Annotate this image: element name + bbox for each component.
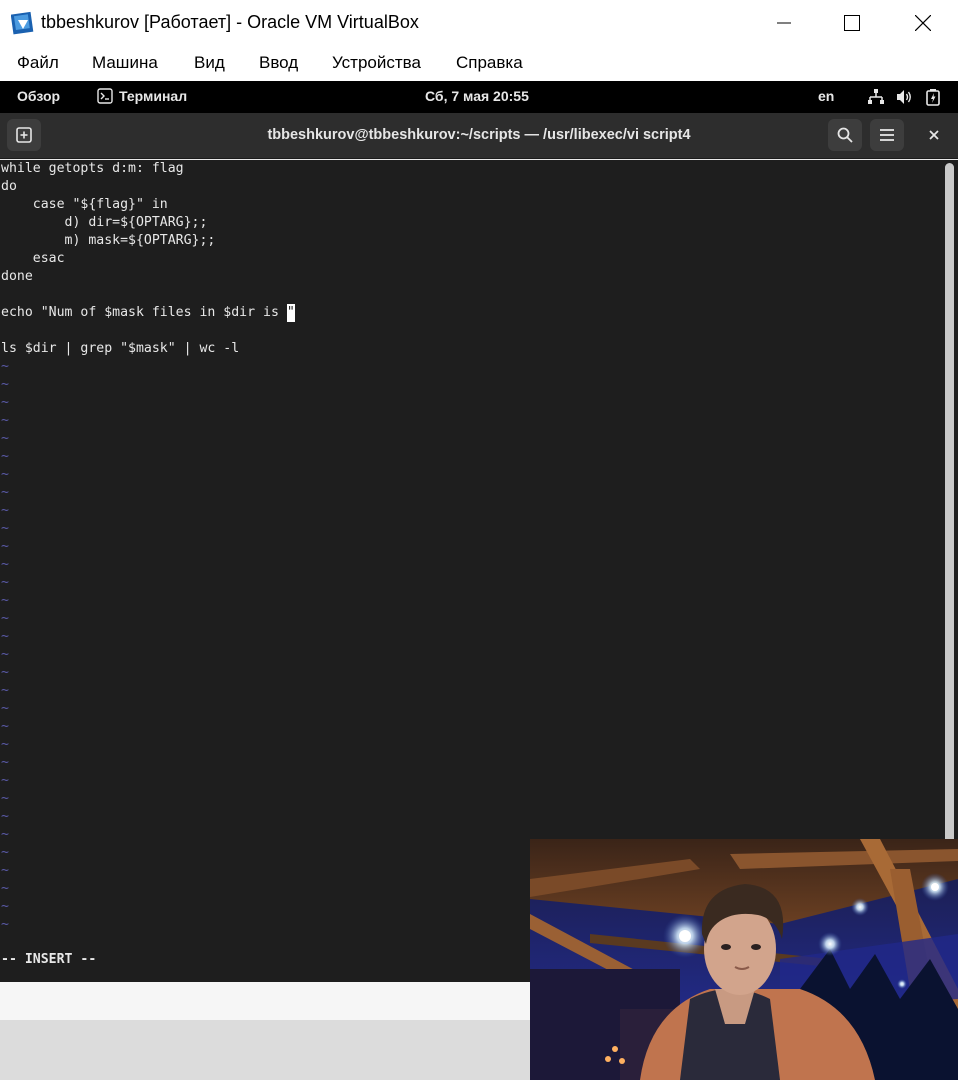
- terminal-title: tbbeshkurov@tbbeshkurov:~/scripts — /usr…: [267, 127, 691, 143]
- battery-icon[interactable]: [926, 89, 940, 106]
- buffer-line: esac: [1, 251, 65, 266]
- empty-line-marker: ~: [1, 485, 9, 500]
- empty-line-marker: ~: [1, 773, 9, 788]
- empty-line-marker: ~: [1, 431, 9, 446]
- activities-button[interactable]: Обзор: [17, 88, 60, 104]
- buffer-line: echo "Num of $mask files in $dir is ": [1, 304, 295, 322]
- menu-help[interactable]: Справка: [456, 53, 523, 73]
- empty-line-marker: ~: [1, 665, 9, 680]
- close-button[interactable]: [900, 0, 946, 46]
- app-menu[interactable]: Терминал: [97, 88, 187, 104]
- menu-input[interactable]: Ввод: [259, 53, 298, 73]
- menu-file[interactable]: Файл: [17, 53, 59, 73]
- keyboard-layout-indicator[interactable]: en: [818, 88, 834, 104]
- buffer-line: [1, 286, 941, 304]
- empty-line-marker: ~: [1, 791, 9, 806]
- buffer-line: d) dir=${OPTARG};;: [1, 215, 208, 230]
- empty-line-marker: ~: [1, 359, 9, 374]
- empty-line-marker: ~: [1, 737, 9, 752]
- empty-line-marker: ~: [1, 719, 9, 734]
- empty-line-marker: ~: [1, 449, 9, 464]
- empty-line-marker: ~: [1, 575, 9, 590]
- empty-line-marker: ~: [1, 395, 9, 410]
- hamburger-menu-icon: [880, 129, 894, 141]
- network-icon[interactable]: [868, 89, 884, 105]
- empty-line-marker: ~: [1, 503, 9, 518]
- empty-line-marker: ~: [1, 611, 9, 626]
- gnome-top-bar: Обзор Терминал Сб, 7 мая 20:55 en: [0, 81, 958, 113]
- empty-line-marker: ~: [1, 413, 9, 428]
- webcam-image: [530, 839, 958, 1080]
- buffer-line: m) mask=${OPTARG};;: [1, 233, 216, 248]
- search-button[interactable]: [828, 119, 862, 151]
- host-window-titlebar: tbbeshkurov [Работает] - Oracle VM Virtu…: [0, 0, 958, 46]
- buffer-line: do: [1, 179, 17, 194]
- vi-mode-indicator: -- INSERT --: [1, 952, 97, 967]
- minimize-icon: [777, 22, 791, 24]
- hamburger-menu-button[interactable]: [870, 119, 904, 151]
- text-cursor: ": [286, 304, 295, 322]
- empty-line-marker: ~: [1, 539, 9, 554]
- minimize-button[interactable]: [761, 0, 807, 46]
- empty-line-marker: ~: [1, 809, 9, 824]
- empty-line-marker: ~: [1, 683, 9, 698]
- terminal-icon: [97, 88, 113, 104]
- clock[interactable]: Сб, 7 мая 20:55: [425, 88, 529, 104]
- terminal-close-button[interactable]: [918, 119, 950, 151]
- empty-line-marker: ~: [1, 647, 9, 662]
- volume-icon[interactable]: [896, 89, 913, 105]
- empty-line-marker: ~: [1, 557, 9, 572]
- vi-buffer[interactable]: while getopts d:m: flag do case "${flag}"…: [1, 160, 941, 934]
- empty-line-marker: ~: [1, 755, 9, 770]
- empty-line-marker: ~: [1, 521, 9, 536]
- buffer-line: done: [1, 269, 33, 284]
- menu-devices[interactable]: Устройства: [332, 53, 421, 73]
- buffer-line: while getopts d:m: flag: [1, 161, 184, 176]
- menu-view[interactable]: Вид: [194, 53, 225, 73]
- empty-line-marker: ~: [1, 701, 9, 716]
- close-icon: [915, 15, 931, 31]
- maximize-icon: [844, 15, 860, 31]
- empty-line-marker: ~: [1, 377, 9, 392]
- virtualbox-icon: [10, 11, 35, 35]
- empty-line-marker: ~: [1, 467, 9, 482]
- maximize-button[interactable]: [829, 0, 875, 46]
- buffer-line: case "${flag}" in: [1, 197, 168, 212]
- host-window-title: tbbeshkurov [Работает] - Oracle VM Virtu…: [41, 12, 419, 32]
- menu-machine[interactable]: Машина: [92, 53, 158, 73]
- empty-line-marker: ~: [1, 593, 9, 608]
- empty-line-marker: ~: [1, 629, 9, 644]
- app-menu-label: Терминал: [119, 88, 188, 104]
- webcam-overlay: [530, 839, 958, 1080]
- search-icon: [837, 127, 853, 143]
- buffer-line: [1, 322, 941, 340]
- terminal-headerbar: tbbeshkurov@tbbeshkurov:~/scripts — /usr…: [0, 113, 958, 159]
- buffer-line: ls $dir | grep "$mask" | wc -l: [1, 341, 240, 356]
- vbox-menu-bar: Файл Машина Вид Ввод Устройства Справка: [0, 46, 958, 81]
- close-icon: [929, 130, 939, 140]
